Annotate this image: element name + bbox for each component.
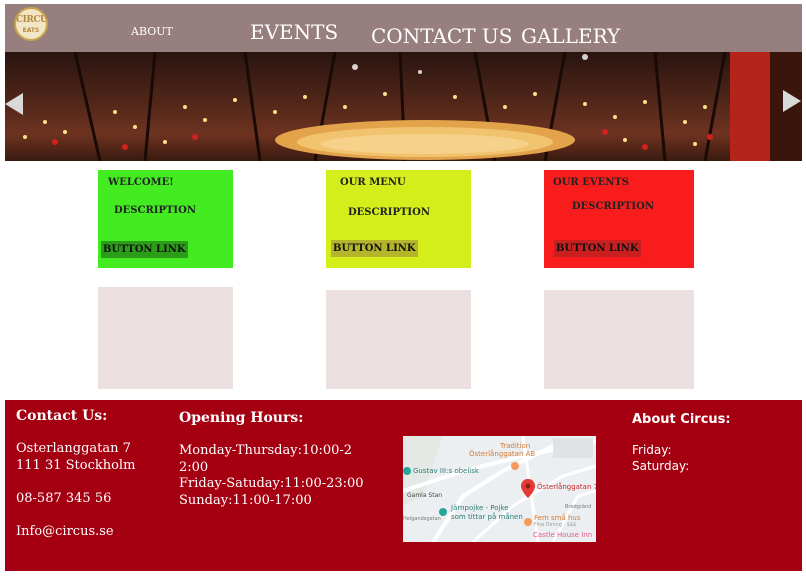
map-label: Järnpojke - Pojke <box>451 504 509 512</box>
image-placeholder <box>544 290 694 389</box>
nav-about-link[interactable]: ABOUT <box>131 25 173 38</box>
card-description: DESCRIPTION <box>114 205 196 216</box>
contact-street: Osterlanggatan 7 <box>16 441 131 456</box>
circus-tent-photo <box>23 52 802 161</box>
hours-line: 2:00 <box>179 460 209 475</box>
hero-slider-image <box>5 52 802 161</box>
location-map[interactable]: Tradition Österlånggatan AB Gustav III:s… <box>403 436 596 542</box>
card-title: OUR EVENTS <box>553 177 630 188</box>
map-label: som tittar på månen <box>451 513 523 521</box>
map-label: Gamla Stan <box>407 492 443 499</box>
hours-line: Sunday:11:00-17:00 <box>179 493 312 508</box>
contact-heading: Contact Us: <box>16 408 108 424</box>
contact-city: 111 31 Stockholm <box>16 458 136 473</box>
logo-text-circus: CIRCUS <box>16 15 48 25</box>
card-title: WELCOME! <box>108 177 174 188</box>
map-label: Castle House Inn <box>533 531 593 539</box>
map-label: Fine Dining · $$$ <box>534 522 577 528</box>
map-label: Bredgränd <box>565 504 592 510</box>
about-circus-heading: About Circus: <box>632 412 731 427</box>
nav-events-link[interactable]: EVENTS <box>250 20 338 44</box>
contact-email[interactable]: Info@circus.se <box>16 524 114 539</box>
slider-prev-arrow-icon[interactable] <box>5 93 23 115</box>
nav-gallery-link[interactable]: GALLERY <box>521 24 620 48</box>
map-pin-label: Österlånggatan 7 <box>537 483 596 491</box>
about-saturday: Saturday: <box>632 459 690 473</box>
logo-text-eats: EATS <box>22 27 40 34</box>
card-description: DESCRIPTION <box>348 207 430 218</box>
menu-button-link[interactable]: BUTTON LINK <box>331 240 418 257</box>
events-card: OUR EVENTS DESCRIPTION BUTTON LINK <box>544 170 694 268</box>
card-title: OUR MENU <box>340 177 406 188</box>
map-label: Tradition <box>500 442 531 450</box>
events-button-link[interactable]: BUTTON LINK <box>554 240 641 257</box>
opening-hours-heading: Opening Hours: <box>179 410 304 426</box>
contact-phone[interactable]: 08-587 345 56 <box>16 491 111 506</box>
map-label: Gustav III:s obelisk <box>413 467 479 475</box>
hours-line: Monday-Thursday:10:00-2 <box>179 443 353 458</box>
map-label: Österlånggatan AB <box>469 450 536 458</box>
image-placeholder <box>326 290 471 389</box>
about-friday: Friday: <box>632 443 672 457</box>
nav-contact-link[interactable]: CONTACT US <box>371 24 512 48</box>
card-description: DESCRIPTION <box>572 201 654 212</box>
welcome-card: WELCOME! DESCRIPTION BUTTON LINK <box>98 170 233 268</box>
welcome-button-link[interactable]: BUTTON LINK <box>101 241 188 258</box>
slider-next-arrow-icon[interactable] <box>783 90 801 112</box>
map-label: Fem små hus <box>534 514 581 522</box>
circus-eats-logo[interactable]: CIRCUS EATS <box>14 7 48 41</box>
hours-line: Friday-Satuday:11:00-23:00 <box>179 476 364 491</box>
image-placeholder <box>98 287 233 389</box>
map-label: Helgandsgatan <box>403 516 441 522</box>
menu-card: OUR MENU DESCRIPTION BUTTON LINK <box>326 170 471 268</box>
